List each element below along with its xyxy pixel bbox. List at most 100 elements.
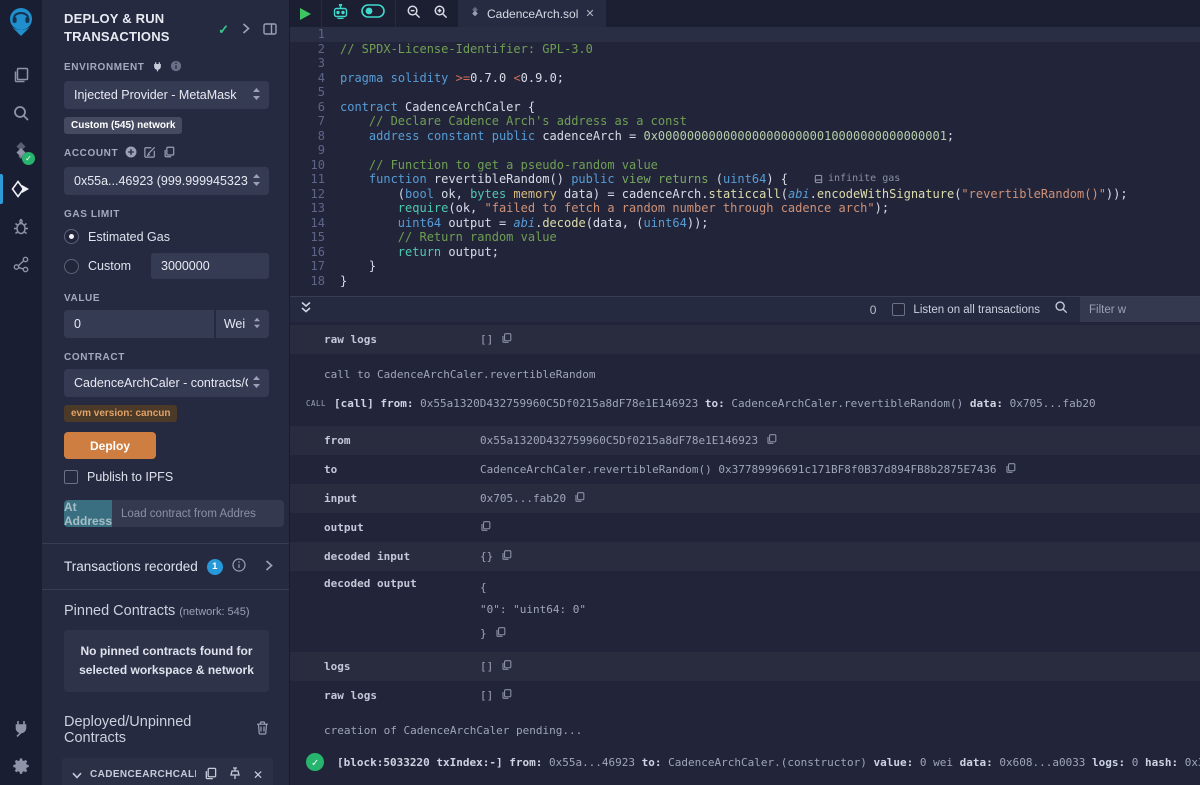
- pinned-contracts-header: Pinned Contracts (network: 545): [42, 590, 289, 619]
- code-editor[interactable]: 12// SPDX-License-Identifier: GPL-3.034p…: [290, 27, 1200, 296]
- code-line: 3: [290, 56, 1200, 71]
- solidity-compiler-icon[interactable]: ✓: [0, 132, 42, 170]
- at-address-button[interactable]: At Address: [64, 500, 112, 527]
- value-unit-select[interactable]: Wei: [216, 310, 269, 338]
- expand-terminal-icon[interactable]: [300, 301, 312, 319]
- listen-all-label: Listen on all transactions: [913, 304, 1040, 316]
- custom-gas-label: Custom: [88, 259, 131, 273]
- publish-ipfs-label: Publish to IPFS: [87, 470, 173, 484]
- gas-estimate-annotation: infinite gas: [814, 172, 900, 187]
- panel-check-icon: ✓: [218, 22, 229, 38]
- transactions-recorded-row[interactable]: Transactions recorded 1: [42, 544, 289, 589]
- terminal-table-row: raw logs[]: [290, 325, 1200, 354]
- gas-limit-label: GAS LIMIT: [64, 209, 269, 220]
- copy-icon[interactable]: [501, 688, 512, 703]
- panel-forward-icon[interactable]: [242, 23, 250, 37]
- transactions-info-icon[interactable]: [232, 558, 246, 575]
- copy-icon[interactable]: [1005, 462, 1016, 477]
- copy-icon[interactable]: [495, 626, 506, 641]
- code-line: 16 return output;: [290, 245, 1200, 260]
- terminal-block-summary[interactable]: ✓[block:5033220 txIndex:-] from: 0x55a..…: [306, 753, 1200, 771]
- deployed-contract-title: CADENCEARCHCALER AT 0X: [90, 769, 196, 780]
- terminal-header: 0 Listen on all transactions: [290, 296, 1200, 322]
- line-number: 14: [290, 216, 340, 231]
- copy-account-icon[interactable]: [163, 146, 175, 161]
- pin-contract-icon[interactable]: [229, 767, 241, 783]
- terminal-table-row: toCadenceArchCaler.revertibleRandom() 0x…: [290, 455, 1200, 484]
- terminal-filter-input[interactable]: [1080, 297, 1200, 323]
- transactions-recorded-label: Transactions recorded: [64, 559, 198, 574]
- env-plug-icon[interactable]: [152, 61, 163, 75]
- code-line: 6contract CadenceArchCaler {: [290, 100, 1200, 115]
- line-number: 16: [290, 245, 340, 260]
- clear-contracts-trash-icon[interactable]: [256, 721, 269, 739]
- line-number: 11: [290, 172, 340, 187]
- line-number: 18: [290, 274, 340, 289]
- value-input[interactable]: [64, 310, 214, 338]
- remove-contract-icon[interactable]: ✕: [253, 768, 263, 782]
- terminal-table-row: input0x705...fab20: [290, 484, 1200, 513]
- evm-version-badge: evm version: cancun: [64, 405, 177, 422]
- close-tab-icon[interactable]: ✕: [585, 7, 594, 20]
- contract-collapse-icon[interactable]: [72, 768, 82, 782]
- terminal: 0 Listen on all transactions raw logs[] c…: [290, 296, 1200, 785]
- line-number: 10: [290, 158, 340, 173]
- copy-icon[interactable]: [574, 491, 585, 506]
- account-select[interactable]: 0x55a...46923 (999.9999453238: [64, 167, 269, 195]
- code-line: 17 }: [290, 259, 1200, 274]
- code-line: 1: [290, 27, 1200, 42]
- ai-copilot-toggle[interactable]: [361, 4, 385, 23]
- file-explorer-icon[interactable]: [0, 56, 42, 94]
- sign-message-icon[interactable]: [144, 146, 156, 161]
- environment-select[interactable]: Injected Provider - MetaMask: [64, 81, 269, 109]
- custom-gas-radio[interactable]: [64, 259, 79, 274]
- tab-cadencearch-sol[interactable]: CadenceArch.sol ✕: [459, 0, 606, 27]
- panel-title: DEPLOY & RUN TRANSACTIONS: [64, 10, 194, 46]
- code-line: 8 address constant public cadenceArch = …: [290, 129, 1200, 144]
- search-icon[interactable]: [0, 94, 42, 132]
- pin-panel-icon[interactable]: [263, 23, 277, 38]
- deploy-run-icon[interactable]: [0, 170, 42, 208]
- terminal-call-summary[interactable]: call[call] from: 0x55a1320D432759960C5Df…: [290, 397, 1200, 410]
- custom-gas-input[interactable]: [151, 253, 269, 279]
- zoom-in-icon[interactable]: [433, 4, 448, 24]
- code-line: 12 (bool ok, bytes memory data) = cadenc…: [290, 187, 1200, 202]
- terminal-search-icon[interactable]: [1054, 300, 1068, 319]
- copy-icon[interactable]: [501, 549, 512, 564]
- remix-logo[interactable]: [7, 7, 35, 42]
- line-number: 6: [290, 100, 340, 115]
- copy-icon[interactable]: [501, 332, 512, 347]
- line-number: 13: [290, 201, 340, 216]
- debugger-icon[interactable]: [0, 208, 42, 246]
- terminal-table-row: from0x55a1320D432759960C5Df0215a8dF78e1E…: [290, 426, 1200, 455]
- run-script-icon[interactable]: [300, 8, 311, 20]
- line-number: 2: [290, 42, 340, 57]
- publish-ipfs-checkbox[interactable]: [64, 470, 78, 484]
- at-address-input[interactable]: [112, 500, 284, 527]
- line-number: 5: [290, 85, 340, 100]
- estimated-gas-radio[interactable]: [64, 229, 79, 244]
- deploy-button[interactable]: Deploy: [64, 432, 156, 459]
- network-badge: Custom (545) network: [64, 117, 182, 134]
- env-info-icon[interactable]: [170, 60, 182, 75]
- copy-address-icon[interactable]: [204, 767, 217, 783]
- zoom-out-icon[interactable]: [406, 4, 421, 24]
- tab-label: CadenceArch.sol: [487, 7, 578, 21]
- plugin-manager-icon[interactable]: [0, 709, 42, 747]
- copy-icon[interactable]: [766, 433, 777, 448]
- line-number: 17: [290, 259, 340, 274]
- settings-gear-icon[interactable]: [0, 747, 42, 785]
- git-branch-icon[interactable]: [0, 246, 42, 284]
- ai-copilot-robot-icon[interactable]: [332, 4, 349, 24]
- contract-select[interactable]: CadenceArchCaler - contracts/Cac: [64, 369, 269, 397]
- add-account-icon[interactable]: [125, 146, 137, 161]
- code-line: 18}: [290, 274, 1200, 289]
- terminal-table-row: decoded output{"0": "uint64: 0"}: [290, 571, 1200, 652]
- copy-icon[interactable]: [501, 659, 512, 674]
- listen-all-checkbox[interactable]: [892, 303, 905, 316]
- code-line: 15 // Return random value: [290, 230, 1200, 245]
- transactions-expand-icon[interactable]: [265, 560, 273, 574]
- copy-icon[interactable]: [480, 520, 491, 535]
- deployed-contract-card: CADENCEARCHCALER AT 0X ✕ Balance: 0 ETH …: [62, 758, 273, 785]
- line-number: 4: [290, 71, 340, 86]
